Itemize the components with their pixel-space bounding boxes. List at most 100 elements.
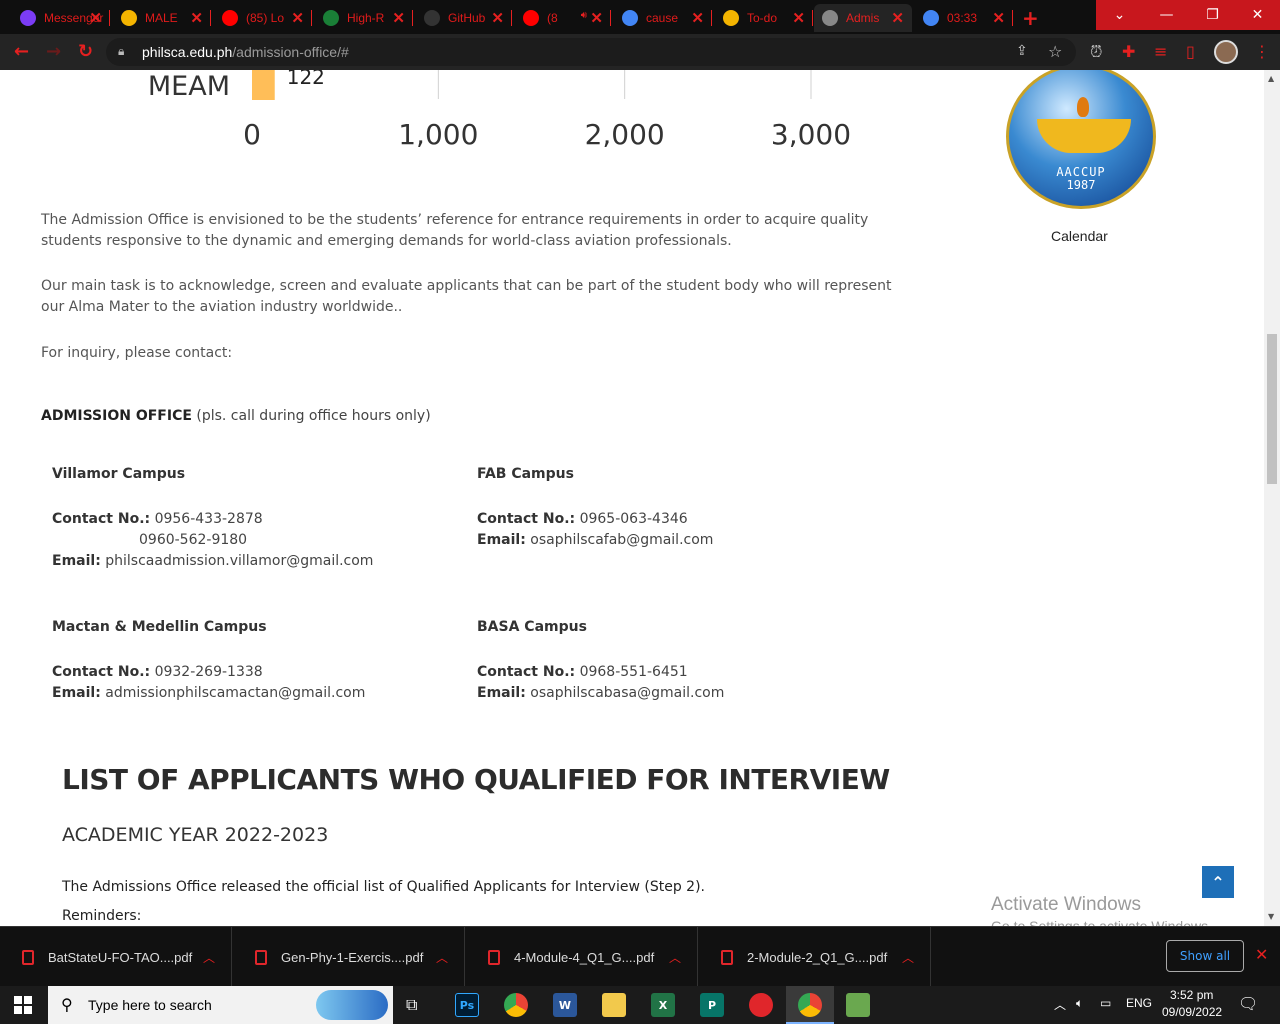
browser-tab-bar: Messenger ✕ MALE ✕ (85) Lo ✕ High-R ✕ GitHub ✕ (8 🔊… xyxy=(0,0,1280,34)
scroll-to-top-button[interactable]: ⌃ xyxy=(1202,866,1234,898)
close-tab-icon[interactable]: ✕ xyxy=(89,9,102,27)
chevron-up-icon[interactable]: ︿ xyxy=(436,949,448,966)
close-tab-icon[interactable]: ✕ xyxy=(392,9,405,27)
bar-chart: 0 1,000 2,000 3,000 MEAM 122 xyxy=(148,70,851,151)
tab-6[interactable]: cause ✕ xyxy=(614,4,712,32)
profile-avatar[interactable] xyxy=(1214,40,1238,64)
drive-icon xyxy=(121,10,137,26)
pdf-file-icon xyxy=(488,949,500,965)
tab-9[interactable]: 03:33 ✕ xyxy=(915,4,1013,32)
email-mactan-line: Email: admissionphilscamactan@gmail.com xyxy=(52,685,365,701)
close-window-button[interactable]: ✕ xyxy=(1235,0,1280,30)
close-tab-icon[interactable]: ✕ xyxy=(291,9,304,27)
minimize-button[interactable]: — xyxy=(1143,0,1190,30)
download-item[interactable]: 2-Module-2_Q1_G....pdf ︿ xyxy=(699,927,931,987)
chevron-up-icon[interactable]: ︿ xyxy=(669,949,681,966)
tab-5[interactable]: (8 🔊︎ ✕ xyxy=(515,4,611,32)
tray-chevron-icon[interactable]: ︿ xyxy=(1054,996,1066,1013)
close-tab-icon[interactable]: ✕ xyxy=(190,9,203,27)
share-icon[interactable]: ⇪ xyxy=(1016,43,1028,59)
tab-8[interactable]: Admis ✕ xyxy=(814,4,912,32)
list-heading: LIST OF APPLICANTS WHO QUALIFIED FOR INT… xyxy=(62,763,890,796)
clock-date[interactable]: 09/09/2022 xyxy=(1162,1005,1222,1019)
close-tab-icon[interactable]: ✕ xyxy=(691,9,704,27)
extensions-puzzle-icon[interactable]: ✚ xyxy=(1122,42,1135,61)
close-tab-icon[interactable]: ✕ xyxy=(891,9,904,27)
office-note: (pls. call during office hours only) xyxy=(191,408,431,424)
pdf-file-icon xyxy=(721,949,733,965)
aaccup-badge-text: AACCUP xyxy=(1056,165,1106,179)
tab-separator xyxy=(610,10,611,26)
download-item[interactable]: 4-Module-4_Q1_G....pdf ︿ xyxy=(466,927,698,987)
scroll-up-arrow-icon[interactable]: ▲ xyxy=(1268,74,1274,83)
tab-search-button[interactable]: ⌄ xyxy=(1096,0,1143,30)
chrome-icon[interactable] xyxy=(504,993,528,1017)
download-item[interactable]: BatStateU-FO-TAO....pdf ︿ xyxy=(0,927,232,987)
x-tick-label: 0 xyxy=(243,118,261,151)
network-icon[interactable]: ▭ xyxy=(1100,996,1111,1010)
restore-button[interactable]: ❐ xyxy=(1189,0,1236,30)
tab-7[interactable]: To-do ✕ xyxy=(715,4,813,32)
opera-icon[interactable] xyxy=(749,993,773,1017)
contact-label: Contact No.: xyxy=(477,511,576,527)
file-explorer-icon[interactable] xyxy=(602,993,626,1017)
forward-icon[interactable]: → xyxy=(46,41,61,62)
chrome-profile-taskbar-item[interactable] xyxy=(786,986,834,1024)
scroll-down-arrow-icon[interactable]: ▼ xyxy=(1268,912,1274,921)
tab-4[interactable]: GitHub ✕ xyxy=(416,4,512,32)
back-icon[interactable]: ← xyxy=(14,41,29,62)
mission-paragraph: Our main task is to acknowledge, screen … xyxy=(41,278,892,315)
media-queue-icon[interactable]: ≡ xyxy=(1154,42,1167,61)
bookmark-star-icon[interactable]: ☆ xyxy=(1048,42,1062,61)
youtube-icon xyxy=(523,10,539,26)
aaccup-logo[interactable]: AACCUP 1987 xyxy=(1006,70,1156,209)
close-downloads-icon[interactable]: ✕ xyxy=(1255,945,1268,964)
close-tab-icon[interactable]: ✕ xyxy=(992,9,1005,27)
task-view-icon[interactable]: ⧉ xyxy=(406,995,417,1015)
download-filename: 4-Module-4_Q1_G....pdf xyxy=(514,949,655,965)
reload-icon[interactable]: ↻ xyxy=(78,41,93,62)
tab-separator xyxy=(1012,10,1013,26)
email-mactan[interactable]: admissionphilscamactan@gmail.com xyxy=(105,685,365,701)
flame-emblem xyxy=(1077,97,1089,117)
clock-time[interactable]: 3:52 pm xyxy=(1170,988,1213,1002)
audio-playing-icon[interactable]: 🔊︎ xyxy=(581,10,587,21)
menu-kebab-icon[interactable]: ⋮ xyxy=(1254,42,1270,61)
notepad-icon[interactable] xyxy=(846,993,870,1017)
admission-office-label: ADMISSION OFFICE (pls. call during offic… xyxy=(41,408,431,424)
tab-2[interactable]: (85) Lo ✕ xyxy=(214,4,312,32)
phone-mactan: 0932-269-1338 xyxy=(154,664,263,680)
email-fab-line: Email: osaphilscafab@gmail.com xyxy=(477,532,713,548)
lock-icon[interactable]: 🔒︎ xyxy=(118,44,124,59)
close-tab-icon[interactable]: ✕ xyxy=(590,9,603,27)
windows-start-icon[interactable] xyxy=(14,996,32,1014)
show-all-downloads-button[interactable]: Show all xyxy=(1166,940,1244,972)
scrollbar-thumb[interactable] xyxy=(1267,334,1277,484)
language-indicator[interactable]: ENG xyxy=(1126,996,1152,1010)
email-basa[interactable]: osaphilscabasa@gmail.com xyxy=(530,685,724,701)
download-item[interactable]: Gen-Phy-1-Exercis....pdf ︿ xyxy=(233,927,465,987)
address-bar[interactable]: 🔒︎ philsca.edu.ph/admission-office/# ⇪ ☆ xyxy=(106,38,1076,66)
chevron-up-icon[interactable]: ︿ xyxy=(902,949,914,966)
calendar-link[interactable]: Calendar xyxy=(1051,228,1108,244)
email-villamor[interactable]: philscaadmission.villamor@gmail.com xyxy=(105,553,373,569)
extension-clock-icon[interactable]: ⏰︎ xyxy=(1090,42,1102,62)
close-tab-icon[interactable]: ✕ xyxy=(491,9,504,27)
tab-1[interactable]: MALE ✕ xyxy=(113,4,211,32)
photoshop-icon[interactable]: Ps xyxy=(455,993,479,1017)
tab-0[interactable]: Messenger ✕ xyxy=(12,4,110,32)
publisher-icon[interactable]: P xyxy=(700,993,724,1017)
email-fab[interactable]: osaphilscafab@gmail.com xyxy=(530,532,713,548)
new-tab-button[interactable]: + xyxy=(1022,6,1039,30)
notifications-icon[interactable]: 🗨︎ xyxy=(1238,994,1258,1013)
chevron-up-icon[interactable]: ︿ xyxy=(203,949,215,966)
close-tab-icon[interactable]: ✕ xyxy=(792,9,805,27)
excel-icon[interactable]: X xyxy=(651,993,675,1017)
word-icon[interactable]: W xyxy=(553,993,577,1017)
contact-fab: Contact No.: 0965-063-4346 xyxy=(477,511,688,527)
page-scrollbar[interactable]: ▲ ▼ xyxy=(1264,70,1280,926)
tab-3[interactable]: High-R ✕ xyxy=(315,4,413,32)
taskbar-search-box[interactable]: ⚲ Type here to search xyxy=(48,986,393,1024)
volume-icon[interactable]: 🔈︎ xyxy=(1076,996,1083,1011)
side-panel-icon[interactable]: ▯ xyxy=(1186,42,1195,61)
